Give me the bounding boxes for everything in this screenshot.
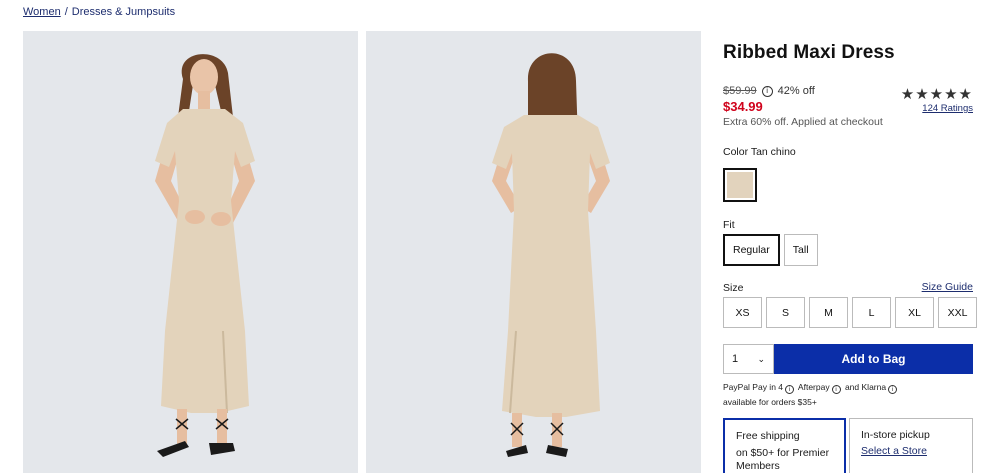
afterpay-text: Afterpay <box>797 382 830 392</box>
product-details-panel: Ribbed Maxi Dress $59.99 i 42% off $34.9… <box>723 0 977 473</box>
klarna-text: Klarna <box>861 382 887 392</box>
shipping-option-card[interactable]: Free shipping on $50+ for Premier Member… <box>723 418 846 473</box>
payment-note: available for orders $35+ <box>723 397 817 407</box>
star-rating-icon: ★★★★★ <box>900 86 973 103</box>
size-option-s[interactable]: S <box>766 297 805 328</box>
color-swatch-tan-chino[interactable] <box>723 168 757 202</box>
select-store-link[interactable]: Select a Store <box>861 445 961 458</box>
color-name: Tan chino <box>750 146 796 158</box>
model-back-illustration <box>492 53 610 457</box>
model-front-illustration <box>155 54 255 457</box>
breadcrumb-separator: / <box>64 6 68 18</box>
quantity-value: 1 <box>732 353 739 365</box>
breadcrumb-current[interactable]: Dresses & Jumpsuits <box>72 6 175 18</box>
shipping-title: Free shipping <box>736 430 800 442</box>
color-label-text: Color <box>723 146 749 158</box>
fit-options: Regular Tall <box>723 234 818 266</box>
extra-discount-note: Extra 60% off. Applied at checkout <box>723 116 883 128</box>
chevron-down-icon: ⌄ <box>757 353 765 364</box>
pickup-title: In-store pickup <box>861 429 930 441</box>
ratings-link[interactable]: 124 Ratings <box>922 103 973 114</box>
product-title: Ribbed Maxi Dress <box>723 42 895 63</box>
breadcrumb: Women / Dresses & Jumpsuits <box>23 6 175 18</box>
afterpay-info-icon[interactable]: i <box>831 385 841 394</box>
color-label: Color Tan chino <box>723 146 796 158</box>
quantity-select[interactable]: 1 ⌄ <box>723 344 774 374</box>
size-label: Size <box>723 282 744 294</box>
swatch-fill <box>727 172 753 198</box>
info-icon[interactable]: i <box>761 85 773 97</box>
size-option-xxl[interactable]: XXL <box>938 297 977 328</box>
shipping-detail: on $50+ for Premier Members <box>736 447 830 472</box>
product-image-front[interactable] <box>23 31 358 473</box>
discount-percent: 42% off <box>777 85 815 97</box>
klarna-info-icon[interactable]: i <box>888 385 898 394</box>
and-text: and <box>844 382 860 392</box>
size-option-xs[interactable]: XS <box>723 297 762 328</box>
fit-option-regular[interactable]: Regular <box>723 234 780 266</box>
size-option-m[interactable]: M <box>809 297 848 328</box>
original-price: $59.99 <box>723 85 757 97</box>
size-option-l[interactable]: L <box>852 297 891 328</box>
fit-option-tall[interactable]: Tall <box>783 234 818 266</box>
pickup-option-card[interactable]: In-store pickup Select a Store <box>849 418 973 473</box>
fit-label: Fit <box>723 219 735 231</box>
price-row: $59.99 i 42% off <box>723 85 815 97</box>
paypal-text: PayPal Pay in 4 <box>723 382 784 392</box>
paypal-info-icon[interactable]: i <box>785 385 795 394</box>
add-to-bag-button[interactable]: Add to Bag <box>774 344 973 374</box>
payment-options: PayPal Pay in 4i Afterpay i and Klarna i a… <box>723 380 973 410</box>
size-options: XS S M L XL XXL <box>723 297 977 328</box>
breadcrumb-women-link[interactable]: Women <box>23 6 61 18</box>
product-image-back[interactable] <box>366 31 701 473</box>
size-guide-link[interactable]: Size Guide <box>922 281 973 293</box>
sale-price: $34.99 <box>723 99 763 114</box>
size-option-xl[interactable]: XL <box>895 297 934 328</box>
